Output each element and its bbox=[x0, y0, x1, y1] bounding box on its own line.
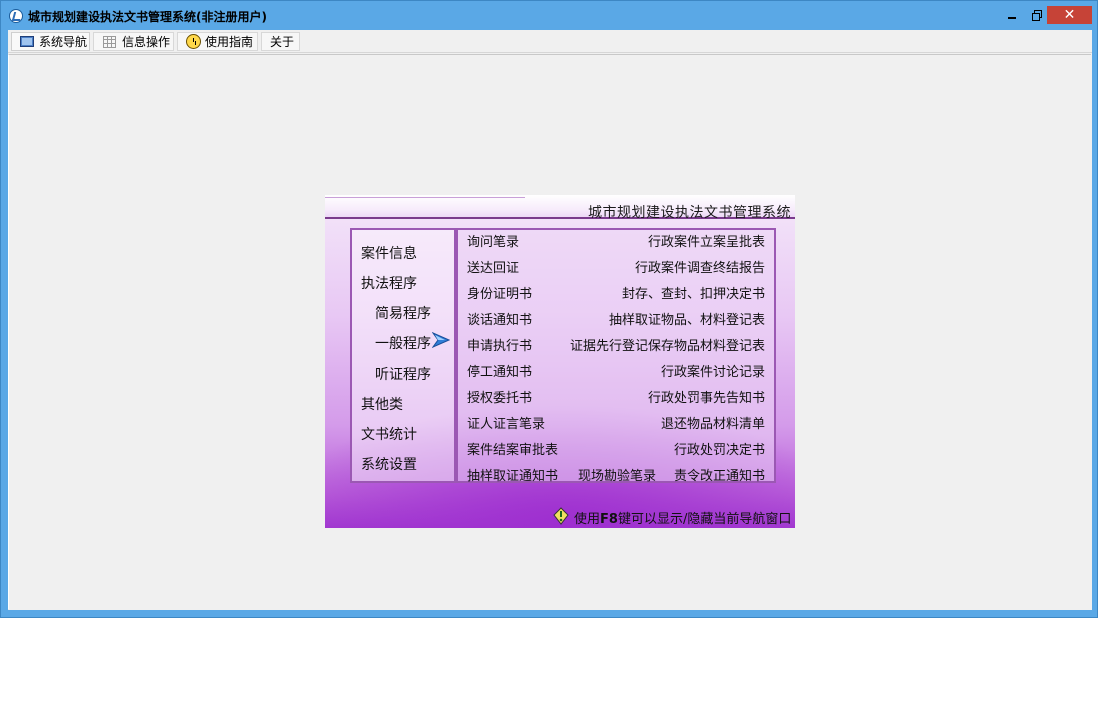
doc-item[interactable]: 案件结案审批表 bbox=[467, 439, 558, 458]
hint-suffix: 键可以显示/隐藏当前导航窗口 bbox=[617, 512, 792, 527]
menu-label: 关于 bbox=[270, 35, 295, 49]
hint-prefix: 使用 bbox=[574, 512, 601, 527]
doc-item[interactable]: 抽样取证物品、材料登记表 bbox=[609, 309, 765, 328]
close-button[interactable]: ✕ bbox=[1047, 6, 1092, 24]
nav-header-line bbox=[325, 197, 525, 198]
smiley-icon bbox=[186, 34, 201, 49]
navigation-panel: 城市规划建设执法文书管理系统 案件信息 执法程序 简易程序 一般程序 听证程序 … bbox=[325, 195, 795, 528]
doc-item[interactable]: 停工通知书 bbox=[467, 361, 532, 380]
doc-item[interactable]: 行政案件调查终结报告 bbox=[635, 257, 765, 276]
hint-key: F8 bbox=[600, 512, 618, 527]
doc-item[interactable]: 证据先行登记保存物品材料登记表 bbox=[570, 335, 765, 354]
doc-item[interactable]: 行政处罚决定书 bbox=[674, 439, 765, 458]
menu-label: 使用指南 bbox=[205, 35, 254, 49]
menu-system-nav[interactable]: 系统导航 bbox=[11, 32, 90, 51]
menu-user-guide[interactable]: 使用指南 bbox=[177, 32, 258, 51]
hint-icon bbox=[553, 507, 569, 525]
category-hearing-procedure[interactable]: 听证程序 bbox=[375, 364, 431, 384]
arrow-right-icon bbox=[432, 332, 450, 348]
category-enforcement[interactable]: 执法程序 bbox=[361, 273, 417, 293]
category-statistics[interactable]: 文书统计 bbox=[361, 424, 417, 444]
doc-item[interactable]: 退还物品材料清单 bbox=[661, 413, 765, 432]
doc-item[interactable]: 申请执行书 bbox=[467, 335, 532, 354]
menu-about[interactable]: 关于 bbox=[261, 32, 300, 51]
nav-title: 城市规划建设执法文书管理系统 bbox=[588, 205, 791, 221]
category-settings[interactable]: 系统设置 bbox=[361, 454, 417, 474]
monitor-icon bbox=[20, 36, 34, 47]
doc-item[interactable]: 行政案件立案呈批表 bbox=[648, 231, 765, 250]
doc-item[interactable]: 证人证言笔录 bbox=[467, 413, 545, 432]
menu-label: 系统导航 bbox=[39, 35, 88, 49]
window-title: 城市规划建设执法文书管理系统(非注册用户) bbox=[28, 10, 267, 24]
doc-item[interactable]: 授权委托书 bbox=[467, 387, 532, 406]
category-general-procedure[interactable]: 一般程序 bbox=[375, 333, 431, 353]
menu-label: 信息操作 bbox=[122, 35, 171, 49]
doc-item[interactable]: 责令改正通知书 bbox=[674, 465, 765, 484]
doc-item[interactable]: 抽样取证通知书 bbox=[467, 465, 558, 484]
restore-icon-front bbox=[1032, 13, 1040, 21]
category-other[interactable]: 其他类 bbox=[361, 394, 403, 414]
hint-text: 使用F8键可以显示/隐藏当前导航窗口 bbox=[574, 508, 791, 527]
doc-item[interactable]: 身份证明书 bbox=[467, 283, 532, 302]
menubar-divider bbox=[8, 52, 1092, 53]
doc-item[interactable]: 行政处罚事先告知书 bbox=[648, 387, 765, 406]
menu-info-ops[interactable]: 信息操作 bbox=[93, 32, 174, 51]
grid-icon bbox=[103, 36, 116, 48]
doc-item[interactable]: 现场勘验笔录 bbox=[578, 465, 656, 484]
doc-item[interactable]: 送达回证 bbox=[467, 257, 519, 276]
title-bar[interactable]: 城市规划建设执法文书管理系统(非注册用户) ✕ bbox=[1, 1, 1097, 30]
app-logo-icon bbox=[9, 9, 23, 23]
doc-item[interactable]: 行政案件讨论记录 bbox=[661, 361, 765, 380]
category-simple-procedure[interactable]: 简易程序 bbox=[375, 303, 431, 323]
doc-item[interactable]: 询问笔录 bbox=[467, 231, 519, 250]
category-case-info[interactable]: 案件信息 bbox=[361, 243, 417, 263]
doc-item[interactable]: 谈话通知书 bbox=[467, 309, 532, 328]
minimize-button[interactable] bbox=[999, 5, 1025, 25]
category-box bbox=[350, 228, 456, 483]
menu-bar: 系统导航 信息操作 使用指南 关于 bbox=[8, 30, 1092, 52]
doc-item[interactable]: 封存、查封、扣押决定书 bbox=[622, 283, 765, 302]
restore-button[interactable] bbox=[1025, 5, 1047, 25]
